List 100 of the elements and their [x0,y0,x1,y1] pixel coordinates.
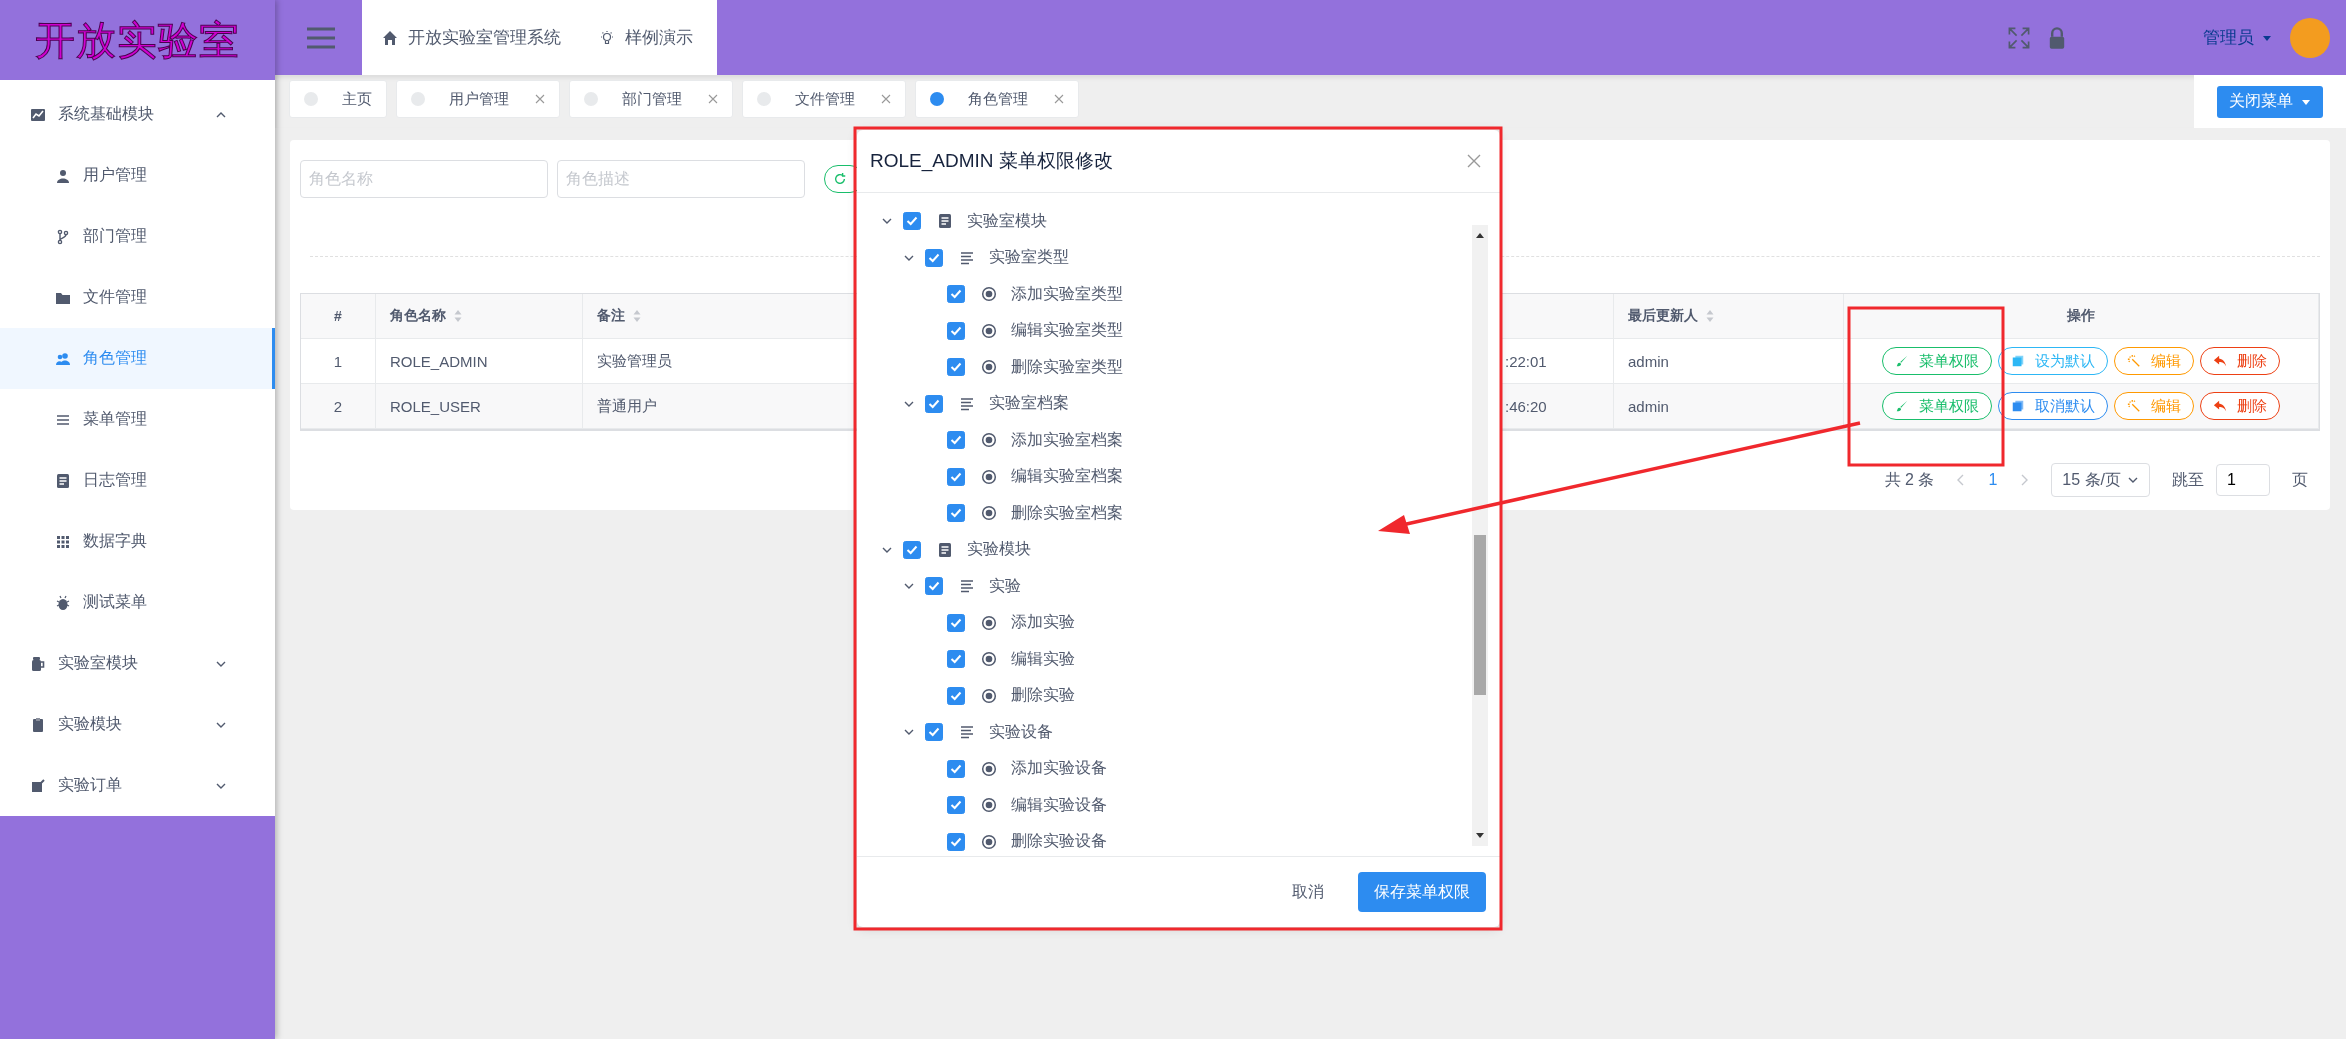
tree-item[interactable]: 编辑实验室类型 [1011,320,1123,342]
action-button[interactable]: 删除 [2200,347,2280,375]
tree-item[interactable]: 删除实验室档案 [1011,502,1123,524]
brush-icon [1895,399,1909,413]
lightbulb-icon [599,29,615,46]
nav-link[interactable]: 开放实验室管理系统 [382,26,561,49]
tree-item[interactable]: 实验室模块 [967,210,1047,232]
radio-dot-icon [981,614,997,631]
list-icon [959,578,975,595]
checkbox[interactable] [903,212,921,231]
action-button[interactable]: 删除 [2200,392,2280,420]
checkbox[interactable] [925,577,943,596]
sidebar-item[interactable]: 部门管理 [0,206,275,267]
scroll-down-icon[interactable] [1475,832,1485,840]
checkbox[interactable] [947,467,965,486]
checkbox[interactable] [947,504,965,523]
tree-item[interactable]: 删除实验 [1011,685,1075,707]
user-icon [55,167,71,184]
tree-item[interactable]: 删除实验室类型 [1011,356,1123,378]
tree-item[interactable]: 编辑实验 [1011,648,1075,670]
checkbox[interactable] [947,759,965,778]
tab[interactable]: 用户管理 [396,80,560,118]
close-icon[interactable] [881,94,891,104]
table-cell: ROLE_USER [376,384,583,429]
branch-icon [55,228,71,245]
checkbox[interactable] [925,394,943,413]
tab[interactable]: 部门管理 [569,80,733,118]
sidebar-item[interactable]: 实验订单 [0,755,275,816]
page-link[interactable]: 1 [1988,471,1998,489]
bug-icon [55,594,71,611]
sidebar-item[interactable]: 系统基础模块 [0,84,275,145]
tab[interactable]: 主页 [289,80,387,118]
checkbox[interactable] [925,723,943,742]
tree-item[interactable]: 实验模块 [967,539,1031,561]
tab[interactable]: 角色管理 [915,80,1079,118]
scrollbar-thumb[interactable] [1474,535,1486,695]
checkbox[interactable] [947,285,965,304]
close-icon[interactable] [1054,94,1064,104]
checkbox[interactable] [925,248,943,267]
avatar[interactable] [2290,17,2330,58]
tree-item[interactable]: 实验室类型 [989,247,1069,269]
radio-dot-icon [981,651,997,668]
jump-label: 跳至 [2172,469,2204,490]
radio-dot-icon [981,760,997,777]
page-input[interactable]: 1 [2216,464,2270,496]
sidebar-item[interactable]: 菜单管理 [0,389,275,450]
tree-item[interactable]: 实验设备 [989,721,1053,743]
refresh-icon [833,172,847,186]
mug-icon [30,655,46,672]
page-suffix: 页 [2292,469,2308,490]
logo-text: 开放实验室 [34,16,241,64]
total-count: 共 2 条 [1884,469,1935,490]
radio-dot-icon [981,687,997,704]
tree-item[interactable]: 编辑实验室档案 [1011,466,1123,488]
checkbox[interactable] [947,321,965,340]
list-icon [959,724,975,741]
sidebar-item[interactable]: 数据字典 [0,511,275,572]
radio-dot-icon [981,286,997,303]
radio-dot-icon [981,833,997,850]
nav-link[interactable]: 样例演示 [599,26,693,49]
sidebar-item[interactable]: 实验室模块 [0,633,275,694]
tree-item[interactable]: 添加实验室档案 [1011,429,1123,451]
tab[interactable]: 文件管理 [742,80,906,118]
tree-item[interactable]: 添加实验设备 [1011,758,1107,780]
list-icon [959,395,975,412]
close-icon[interactable] [535,94,545,104]
action-button[interactable]: 取消默认 [1998,392,2108,420]
radio-dot-icon [981,432,997,449]
checkbox[interactable] [947,686,965,705]
checkbox[interactable] [947,650,965,669]
tree-item[interactable]: 编辑实验设备 [1011,794,1107,816]
list-icon [959,249,975,266]
search-field[interactable]: 角色描述 [557,160,805,198]
tree-item[interactable]: 实验室档案 [989,393,1069,415]
tree-item[interactable]: 实验 [989,575,1021,597]
close-icon[interactable] [708,94,718,104]
sidebar-item[interactable]: 测试菜单 [0,572,275,633]
radio-dot-icon [981,359,997,376]
page-size-select[interactable]: 15 条/页 [2051,463,2150,497]
checkbox[interactable] [947,832,965,851]
scrollbar[interactable] [1472,225,1488,846]
checkbox[interactable] [903,540,921,559]
search-field[interactable]: 角色名称 [300,160,548,198]
sidebar-item[interactable]: 文件管理 [0,267,275,328]
checkbox[interactable] [947,796,965,815]
close-icon[interactable] [1466,153,1482,169]
sidebar-item[interactable]: 日志管理 [0,450,275,511]
checkbox[interactable] [947,613,965,632]
fullscreen-icon[interactable] [2007,25,2031,50]
sidebar-item[interactable]: 用户管理 [0,145,275,206]
tree-item[interactable]: 添加实验 [1011,612,1075,634]
checkbox[interactable] [947,358,965,377]
table-cell: 2 [301,384,376,429]
tree-item[interactable]: 删除实验设备 [1011,831,1107,853]
wand-icon [2127,354,2141,368]
scroll-up-icon[interactable] [1475,231,1485,239]
menu-icon[interactable] [305,25,337,50]
checkbox[interactable] [947,431,965,450]
wand-icon [2127,399,2141,413]
sidebar-item[interactable]: 实验模块 [0,694,275,755]
